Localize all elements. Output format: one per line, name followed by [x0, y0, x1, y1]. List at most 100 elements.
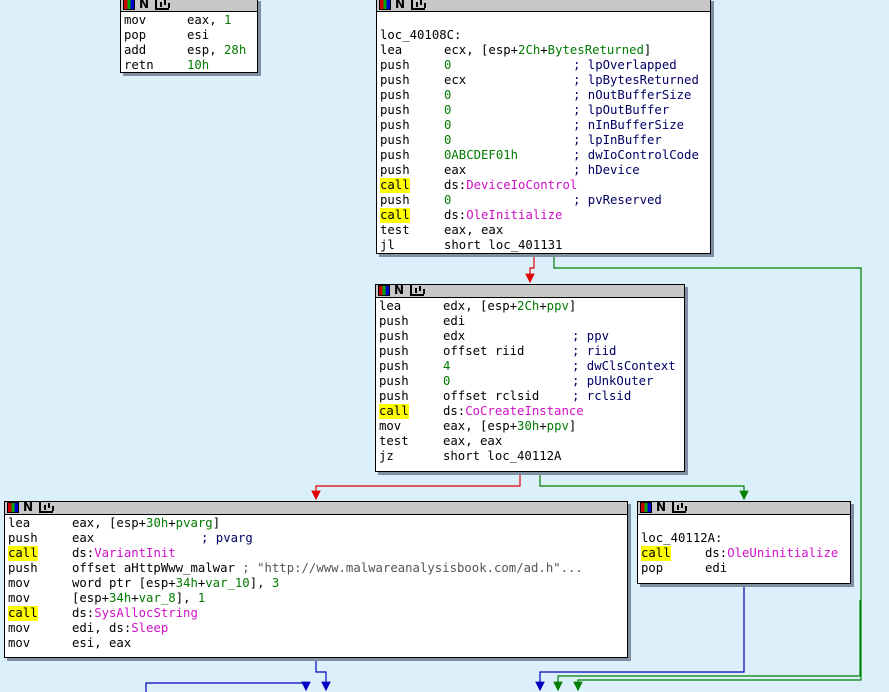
comment: ; hDevice	[573, 163, 640, 177]
block-header: N	[5, 501, 627, 515]
code-block-loc-40108C[interactable]: N loc_40108C: lea ecx, [esp+2Ch+BytesRetur…	[376, 0, 711, 254]
operand-part: 0	[444, 118, 452, 132]
mnemonic: call	[380, 208, 410, 223]
instruction-line[interactable]: test eax, eax	[379, 434, 681, 449]
operand-part: ]	[643, 43, 652, 57]
code-label[interactable]: loc_40112A:	[641, 531, 722, 546]
instruction-line[interactable]: mov edi, ds:Sleep	[8, 621, 624, 636]
operands: edi, ds:Sleep	[72, 621, 168, 636]
instruction-line[interactable]: push edi	[379, 314, 681, 329]
operand-part: ds:	[705, 546, 728, 560]
operand-part: 4	[443, 359, 451, 373]
comment: ; riid	[572, 344, 617, 358]
operand-part: OleInitialize	[466, 208, 563, 222]
block-header: N	[121, 0, 257, 12]
operands: eax	[444, 163, 466, 178]
operand-part: esi, eax	[72, 636, 132, 650]
instruction-line[interactable]: lea eax, [esp+30h+pvarg]	[8, 516, 624, 531]
instruction-line[interactable]: push offset rclsid ; rclsid	[379, 389, 681, 404]
operands: edi	[705, 561, 727, 576]
instruction-line[interactable]: jl short loc_401131	[380, 238, 707, 253]
instruction-line[interactable]: lea edx, [esp+2Ch+ppv]	[379, 299, 681, 314]
instruction-line[interactable]: push 4 ; dwClsContext	[379, 359, 681, 374]
instruction-line[interactable]: pop edi	[641, 561, 847, 576]
comment: ; lpOutBuffer	[573, 103, 670, 117]
instruction-line[interactable]: mov eax, [esp+30h+ppv]	[379, 419, 681, 434]
operand-part: short loc_40112A	[443, 449, 562, 463]
mnemonic: mov	[8, 591, 31, 605]
instruction-line[interactable]: push offset riid ; riid	[379, 344, 681, 359]
operand-part: eax, [esp+	[443, 419, 518, 433]
instruction-line[interactable]: push 0ABCDEF01h ; dwIoControlCode	[380, 148, 707, 163]
instruction-line[interactable]: push 0 ; pUnkOuter	[379, 374, 681, 389]
operands: ds:OleInitialize	[444, 208, 562, 223]
operand-part: 0	[444, 193, 452, 207]
instruction-line[interactable]: push eax ; pvarg	[8, 531, 624, 546]
instruction-line[interactable]: jz short loc_40112A	[379, 449, 681, 464]
operand-part: Sleep	[131, 621, 169, 635]
n-letter-icon: N	[395, 0, 406, 11]
instruction-line[interactable]: push 0 ; pvReserved	[380, 193, 707, 208]
mnemonic: lea	[379, 299, 402, 313]
operand-part: 0	[444, 58, 452, 72]
mnemonic: mov	[124, 13, 147, 27]
instruction-line[interactable]: call ds:DeviceIoControl	[380, 178, 707, 193]
mnemonic: mov	[8, 621, 31, 635]
instruction-line[interactable]: pop esi	[124, 28, 254, 43]
instruction-line[interactable]: push 0 ; lpInBuffer	[380, 133, 707, 148]
instruction-line[interactable]: push 0 ; nOutBufferSize	[380, 88, 707, 103]
code-block-cocreateinstance[interactable]: N lea edx, [esp+2Ch+ppv] push edi push edx; p…	[375, 284, 685, 472]
mnemonic: call	[8, 606, 38, 621]
instruction-line[interactable]: call ds:SysAllocString	[8, 606, 624, 621]
mnemonic: lea	[380, 43, 403, 57]
instruction-line[interactable]: push offset aHttpWww_malwar ; "http://www…	[8, 561, 624, 576]
instruction-line[interactable]: push ecx ; lpBytesReturned	[380, 73, 707, 88]
instruction-line[interactable]: lea ecx, [esp+2Ch+BytesReturned]	[380, 43, 707, 58]
operand-part: 0	[444, 133, 452, 147]
instruction-line[interactable]: call ds:VariantInit	[8, 546, 624, 561]
operands: ecx	[444, 73, 466, 88]
operand-part: 30h	[146, 516, 169, 530]
instruction-line[interactable]: push edx ; ppv	[379, 329, 681, 344]
instruction-line[interactable]: add esp, 28h	[124, 43, 254, 58]
operand-part: edi	[705, 561, 728, 575]
edge-bottom-left-down	[315, 658, 331, 692]
operand-part: DeviceIoControl	[466, 178, 578, 192]
instruction-line[interactable]: mov esi, eax	[8, 636, 624, 651]
mnemonic: call	[8, 546, 38, 561]
instruction-line[interactable]: mov word ptr [esp+34h+var_10], 3	[8, 576, 624, 591]
instruction-line[interactable]: mov [esp+34h+var_8], 1	[8, 591, 624, 606]
operand-part: eax, [esp+	[72, 516, 147, 530]
operands: 0	[443, 374, 450, 389]
instruction-line[interactable]: test eax, eax	[380, 223, 707, 238]
mnemonic: lea	[8, 516, 31, 530]
mnemonic: pop	[641, 561, 664, 575]
edge-false-to-middle	[525, 253, 535, 284]
instruction-line[interactable]: call ds:OleInitialize	[380, 208, 707, 223]
operand-part: ]	[212, 516, 221, 530]
instruction-line[interactable]: push eax ; hDevice	[380, 163, 707, 178]
operand-part: ds:	[72, 546, 95, 560]
color-grid-icon	[123, 0, 135, 10]
operands: 0	[444, 193, 451, 208]
operand-part: [esp+	[72, 591, 110, 605]
operand-part: ecx, [esp+	[444, 43, 519, 57]
comment: ; pvarg	[201, 531, 253, 545]
comment: ; dwClsContext	[572, 359, 676, 373]
code-block-top-left[interactable]: N mov eax, 1 pop esi add esp, 28h retn 10h	[120, 0, 258, 73]
code-label[interactable]: loc_40108C:	[380, 28, 461, 43]
instruction-line[interactable]: retn 10h	[124, 58, 254, 73]
mnemonic: push	[380, 163, 410, 177]
instruction-line[interactable]: mov eax, 1	[124, 13, 254, 28]
instruction-line[interactable]: push 0 ; lpOverlapped	[380, 58, 707, 73]
operand-part: ds:	[444, 178, 467, 192]
code-block-loc-40112A[interactable]: N loc_40112A: call ds:OleUninitialize pop ed…	[637, 501, 851, 584]
edge-false-to-bottom-left	[311, 472, 521, 501]
code-block-variantinit[interactable]: N lea eax, [esp+30h+pvarg] push eax; pvarg c…	[4, 501, 628, 658]
operand-part: +	[131, 591, 139, 605]
instruction-line[interactable]: call ds:OleUninitialize	[641, 546, 847, 561]
instruction-line[interactable]: push 0 ; nInBufferSize	[380, 118, 707, 133]
operand-part: ppv	[546, 419, 569, 433]
instruction-line[interactable]: push 0 ; lpOutBuffer	[380, 103, 707, 118]
instruction-line[interactable]: call ds:CoCreateInstance	[379, 404, 681, 419]
